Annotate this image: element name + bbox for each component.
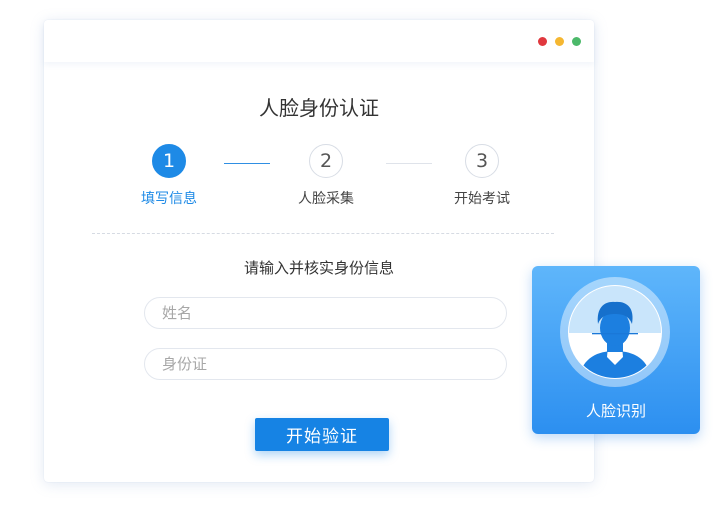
minimize-window-button[interactable] (555, 37, 564, 46)
section-divider (92, 233, 554, 234)
verification-window: 人脸身份认证 1 2 3 填写信息 人脸采集 开始考试 请输入并核实身份信息 开… (44, 20, 594, 482)
step-1-label: 填写信息 (141, 191, 197, 207)
step-connector-2 (386, 163, 432, 164)
id-number-input[interactable] (144, 348, 507, 380)
name-input[interactable] (144, 297, 507, 329)
step-2-circle: 2 (309, 144, 343, 178)
step-1-circle: 1 (152, 144, 186, 178)
step-2-label: 人脸采集 (298, 191, 354, 207)
maximize-window-button[interactable] (572, 37, 581, 46)
form-heading: 请输入并核实身份信息 (243, 259, 394, 277)
step-3-label: 开始考试 (454, 191, 510, 207)
window-titlebar (44, 20, 594, 62)
step-connector-1 (224, 163, 270, 164)
face-recognition-card: 人脸识别 (532, 266, 700, 434)
close-window-button[interactable] (538, 37, 547, 46)
start-verification-button[interactable]: 开始验证 (255, 418, 389, 451)
page-title: 人脸身份认证 (259, 96, 379, 120)
face-recognition-label: 人脸识别 (585, 402, 646, 420)
step-3-circle: 3 (465, 144, 499, 178)
